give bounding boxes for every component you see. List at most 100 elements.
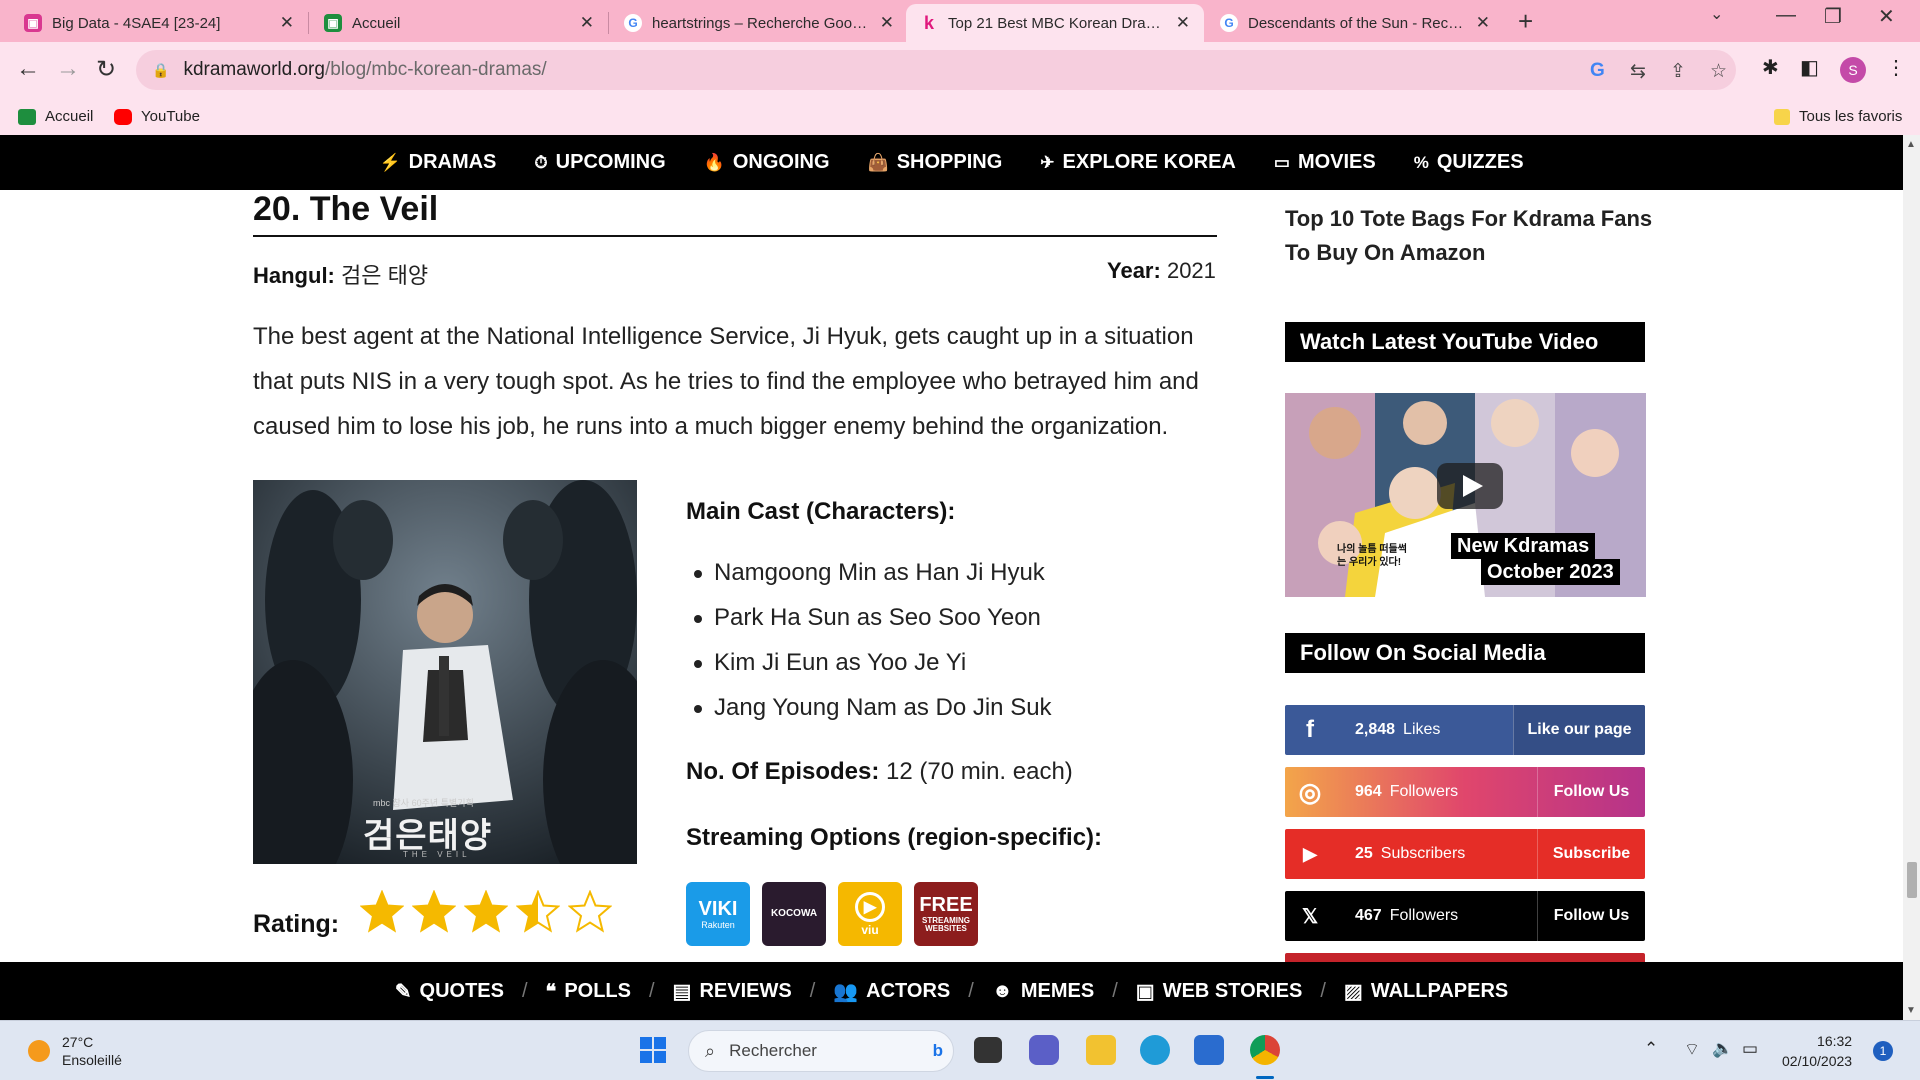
- scroll-up-icon[interactable]: ▲: [1906, 139, 1916, 150]
- task-view-icon[interactable]: [974, 1037, 1002, 1063]
- drama-description: The best agent at the National Intellige…: [253, 323, 1199, 440]
- follower-unit: Followers: [1389, 907, 1459, 924]
- nav-web-stories[interactable]: ▣ WEB STORIES: [1136, 979, 1303, 1004]
- nav-separator: /: [1112, 979, 1118, 1002]
- kocowa-logo[interactable]: KOCOWA: [762, 882, 826, 946]
- nav-upcoming[interactable]: ⏱ UPCOMING: [534, 151, 665, 174]
- nav-movies[interactable]: ▭ MOVIES: [1274, 151, 1376, 174]
- nav-label: WEB STORIES: [1162, 979, 1303, 1002]
- chrome-icon[interactable]: [1250, 1035, 1280, 1065]
- tab-descendants[interactable]: G Descendants of the Sun - Recherche Goo…: [1206, 4, 1504, 42]
- drama-poster[interactable]: mbc 창사 60주년 특별기획 검은태양 THE VEIL: [253, 480, 637, 864]
- nav-memes[interactable]: ☻ MEMES: [992, 980, 1094, 1003]
- address-bar[interactable]: 🔒 kdramaworld.org/blog/mbc-korean-dramas…: [136, 50, 1736, 90]
- page-scrollbar[interactable]: ▲ ▼: [1903, 135, 1920, 1020]
- like-page-button[interactable]: Like our page: [1513, 705, 1645, 755]
- nav-reviews[interactable]: ▤ REVIEWS: [673, 979, 792, 1004]
- follow-us-button[interactable]: Follow Us: [1537, 767, 1645, 817]
- nav-label: REVIEWS: [699, 979, 792, 1002]
- nav-explore-korea[interactable]: ✈ EXPLORE KOREA: [1040, 151, 1236, 174]
- viu-logo[interactable]: ▸ viu: [838, 882, 902, 946]
- close-icon[interactable]: ✕: [1476, 13, 1490, 33]
- back-icon[interactable]: ←: [16, 55, 40, 83]
- free-streaming-logo[interactable]: FREE STREAMING WEBSITES: [914, 882, 978, 946]
- nav-quizzes[interactable]: % QUIZZES: [1414, 151, 1524, 174]
- teams-chat-icon[interactable]: [1029, 1035, 1059, 1065]
- battery-icon[interactable]: ▭: [1742, 1039, 1758, 1059]
- tab-title: heartstrings – Recherche Google: [652, 14, 870, 32]
- year-label: Year:: [1107, 258, 1161, 283]
- x-follow[interactable]: 𝕏 467 Followers Follow Us: [1285, 891, 1645, 941]
- wifi-icon[interactable]: ⌔: [1684, 1039, 1700, 1060]
- store-icon[interactable]: [1194, 1035, 1224, 1065]
- notification-badge[interactable]: 1: [1873, 1041, 1893, 1061]
- maximize-icon[interactable]: ❐: [1824, 4, 1842, 29]
- nav-dramas[interactable]: ⚡ DRAMAS: [379, 151, 496, 174]
- clock[interactable]: 16:32 02/10/2023: [1782, 1031, 1852, 1071]
- youtube-follow[interactable]: ▶ 25 Subscribers Subscribe: [1285, 829, 1645, 879]
- extensions-icon[interactable]: ✱: [1762, 55, 1779, 80]
- sidebar-article-link[interactable]: Top 10 Tote Bags For Kdrama Fans To Buy …: [1285, 202, 1655, 270]
- tab-kdramaworld[interactable]: k Top 21 Best MBC Korean Dramas ✕: [906, 4, 1204, 42]
- social-follow-partial[interactable]: [1285, 953, 1645, 962]
- folder-icon: [1774, 108, 1790, 125]
- nav-wallpapers[interactable]: ▨ WALLPAPERS: [1344, 979, 1508, 1004]
- follow-us-button[interactable]: Follow Us: [1537, 891, 1645, 941]
- close-icon[interactable]: ✕: [1176, 13, 1190, 33]
- profile-avatar[interactable]: S: [1840, 57, 1866, 83]
- close-window-icon[interactable]: ✕: [1878, 4, 1895, 29]
- all-bookmarks[interactable]: Tous les favoris: [1774, 108, 1902, 125]
- tab-big-data[interactable]: ▣ Big Data - 4SAE4 [23-24] ✕: [10, 4, 308, 42]
- volume-icon[interactable]: 🔈: [1712, 1039, 1733, 1059]
- nav-actors[interactable]: 👥 ACTORS: [833, 979, 950, 1004]
- side-panel-icon[interactable]: ◧: [1800, 55, 1819, 80]
- follower-unit: Subscribers: [1380, 845, 1466, 862]
- nav-label: ACTORS: [866, 979, 951, 1002]
- tab-accueil[interactable]: ▣ Accueil ✕: [310, 4, 608, 42]
- show-hidden-icons[interactable]: ⌃: [1644, 1039, 1658, 1059]
- menu-icon[interactable]: ⋮: [1886, 55, 1906, 80]
- subscribe-button[interactable]: Subscribe: [1537, 829, 1645, 879]
- classroom-icon: [18, 108, 36, 125]
- youtube-icon: [114, 108, 132, 125]
- reload-icon[interactable]: ↻: [96, 55, 116, 84]
- all-bookmarks-label: Tous les favoris: [1799, 108, 1903, 125]
- windows-start-icon[interactable]: [638, 1035, 668, 1065]
- minimize-icon[interactable]: —: [1776, 4, 1796, 27]
- tab-title: Top 21 Best MBC Korean Dramas: [948, 14, 1166, 32]
- drama-title: 20. The Veil: [253, 190, 1217, 237]
- google-lens-icon[interactable]: G: [1590, 60, 1605, 82]
- bookmark-star-icon[interactable]: ☆: [1710, 60, 1727, 83]
- youtube-video-thumbnail[interactable]: New Kdramas October 2023 나의 놀틈 떠들썩는 우리가 …: [1285, 393, 1646, 597]
- bookmark-youtube[interactable]: YouTube: [114, 108, 200, 125]
- nav-polls[interactable]: ❝ POLLS: [546, 979, 631, 1004]
- close-icon[interactable]: ✕: [280, 13, 294, 33]
- close-icon[interactable]: ✕: [880, 13, 894, 33]
- nav-separator: /: [648, 979, 655, 1002]
- facebook-follow[interactable]: f 2,848 Likes Like our page: [1285, 705, 1645, 755]
- new-tab-button[interactable]: +: [1518, 6, 1533, 37]
- cast-list: Namgoong Min as Han Ji Hyuk Park Ha Sun …: [694, 550, 1052, 730]
- nav-quotes[interactable]: ✎ QUOTES: [395, 979, 504, 1004]
- streaming-heading: Streaming Options (region-specific):: [686, 824, 1103, 851]
- bookmark-accueil[interactable]: Accueil: [18, 108, 93, 125]
- weather-widget[interactable]: 27°C Ensoleillé: [28, 1033, 122, 1069]
- tab-search-icon[interactable]: ⌄: [1710, 4, 1723, 24]
- logo-name: FREE: [919, 894, 973, 916]
- nav-shopping[interactable]: 👜 SHOPPING: [868, 151, 1003, 174]
- share-icon[interactable]: ⇪: [1670, 60, 1686, 83]
- scrollbar-thumb[interactable]: [1907, 862, 1917, 898]
- forward-icon[interactable]: →: [56, 55, 80, 83]
- close-icon[interactable]: ✕: [580, 13, 594, 33]
- viki-logo[interactable]: VIKI Rakuten: [686, 882, 750, 946]
- edge-icon[interactable]: [1140, 1035, 1170, 1065]
- url-domain: kdramaworld.org: [183, 59, 325, 80]
- translate-icon[interactable]: ⇆: [1630, 60, 1646, 83]
- tab-heartstrings[interactable]: G heartstrings – Recherche Google ✕: [610, 4, 908, 42]
- tab-divider: [608, 12, 609, 34]
- taskbar-search[interactable]: ⌕ Rechercher b: [688, 1030, 954, 1072]
- file-explorer-icon[interactable]: [1086, 1035, 1116, 1065]
- instagram-follow[interactable]: ◎ 964 Followers Follow Us: [1285, 767, 1645, 817]
- nav-ongoing[interactable]: 🔥 ONGOING: [704, 151, 830, 174]
- scroll-down-icon[interactable]: ▼: [1906, 1005, 1916, 1016]
